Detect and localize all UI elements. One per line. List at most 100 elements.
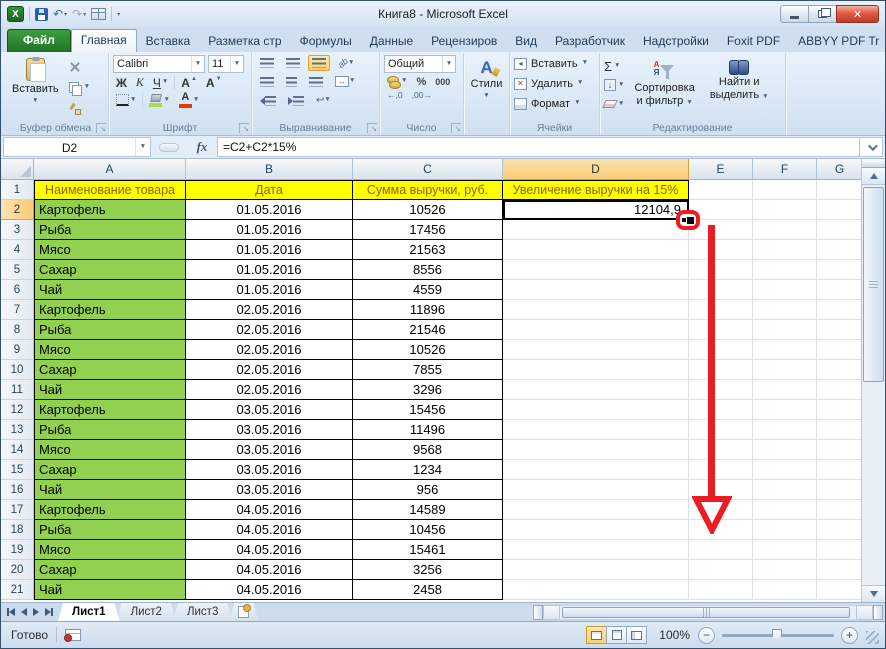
- column-header-E[interactable]: E: [689, 159, 753, 180]
- decrease-indent-button[interactable]: [256, 93, 280, 109]
- name-box-caret-icon[interactable]: ▼: [135, 138, 150, 156]
- cell-F12[interactable]: [753, 400, 817, 420]
- cell-D3[interactable]: [503, 220, 689, 240]
- cell-E9[interactable]: [689, 340, 753, 360]
- increase-indent-button[interactable]: [284, 93, 308, 109]
- tab-split-handle[interactable]: [533, 605, 543, 620]
- cell-G10[interactable]: [817, 360, 863, 380]
- cell-C16[interactable]: 956: [353, 480, 503, 500]
- increase-decimal-button[interactable]: ←,0: [384, 90, 406, 100]
- minimize-button[interactable]: [780, 5, 809, 23]
- restore-button[interactable]: [808, 5, 837, 23]
- cell-A13[interactable]: Рыба: [34, 420, 186, 440]
- vertical-scroll-thumb[interactable]: [863, 187, 884, 382]
- page-layout-view-button[interactable]: [606, 626, 627, 644]
- thousands-format-button[interactable]: 000: [432, 77, 453, 87]
- cell-F3[interactable]: [753, 220, 817, 240]
- ribbon-tab-ABBYY PDF Tr[interactable]: ABBYY PDF Tr: [789, 30, 886, 52]
- cell-D18[interactable]: [503, 520, 689, 540]
- cell-D12[interactable]: [503, 400, 689, 420]
- cell-A21[interactable]: Чай: [34, 580, 186, 600]
- cell-F8[interactable]: [753, 320, 817, 340]
- sheet-tab-Лист2[interactable]: Лист2: [117, 603, 176, 621]
- cell-E1[interactable]: [689, 180, 753, 200]
- zoom-slider-track[interactable]: [722, 634, 834, 637]
- row-header-14[interactable]: 14: [1, 440, 34, 460]
- cell-E6[interactable]: [689, 280, 753, 300]
- zoom-level[interactable]: 100%: [659, 628, 690, 642]
- autosum-button[interactable]: Σ▼: [604, 58, 624, 74]
- find-select-button[interactable]: Найти и выделить ▼: [705, 55, 774, 102]
- cell-C9[interactable]: 10526: [353, 340, 503, 360]
- next-sheet-button[interactable]: [33, 608, 39, 616]
- insert-function-button[interactable]: fx: [187, 136, 217, 158]
- cell-D20[interactable]: [503, 560, 689, 580]
- sheet-tab-Лист3[interactable]: Лист3: [173, 603, 232, 621]
- sheet-tab-Лист1[interactable]: Лист1: [58, 603, 120, 621]
- new-sheet-button[interactable]: [229, 603, 258, 621]
- paste-button[interactable]: Вставить ▼: [7, 55, 64, 105]
- font-color-button[interactable]: А ▼: [176, 92, 202, 108]
- row-header-7[interactable]: 7: [1, 300, 34, 320]
- horizontal-scroll-track[interactable]: [560, 605, 856, 620]
- cell-G7[interactable]: [817, 300, 863, 320]
- cell-C10[interactable]: 7855: [353, 360, 503, 380]
- row-header-6[interactable]: 6: [1, 280, 34, 300]
- cell-C17[interactable]: 14589: [353, 500, 503, 520]
- horizontal-scroll-thumb[interactable]: [562, 607, 850, 618]
- macro-record-icon[interactable]: [65, 629, 81, 641]
- first-sheet-button[interactable]: [7, 608, 15, 616]
- underline-button[interactable]: Ч▼: [150, 76, 171, 90]
- cell-F19[interactable]: [753, 540, 817, 560]
- cell-F6[interactable]: [753, 280, 817, 300]
- cell-E12[interactable]: [689, 400, 753, 420]
- cell-B7[interactable]: 02.05.2016: [186, 300, 353, 320]
- formula-input[interactable]: =C2+C2*15%: [217, 137, 859, 157]
- row-header-3[interactable]: 3: [1, 220, 34, 240]
- scroll-down-button[interactable]: [862, 585, 885, 602]
- cell-E8[interactable]: [689, 320, 753, 340]
- row-header-2[interactable]: 2: [1, 200, 34, 220]
- column-header-A[interactable]: A: [34, 159, 186, 180]
- grow-font-button[interactable]: А▲: [178, 76, 200, 90]
- cell-E15[interactable]: [689, 460, 753, 480]
- cell-D17[interactable]: [503, 500, 689, 520]
- excel-logo-icon[interactable]: X: [7, 6, 24, 22]
- cell-A1[interactable]: Наименование товара: [34, 180, 186, 200]
- font-family-combo[interactable]: Calibri▼: [113, 55, 205, 73]
- cell-B13[interactable]: 03.05.2016: [186, 420, 353, 440]
- cell-C19[interactable]: 15461: [353, 540, 503, 560]
- cell-B10[interactable]: 02.05.2016: [186, 360, 353, 380]
- row-header-17[interactable]: 17: [1, 500, 34, 520]
- cell-F5[interactable]: [753, 260, 817, 280]
- save-icon[interactable]: [35, 8, 48, 21]
- cell-A7[interactable]: Картофель: [34, 300, 186, 320]
- alignment-dialog-launcher[interactable]: ↘: [367, 123, 377, 133]
- cell-A17[interactable]: Картофель: [34, 500, 186, 520]
- row-header-4[interactable]: 4: [1, 240, 34, 260]
- cell-G17[interactable]: [817, 500, 863, 520]
- column-header-F[interactable]: F: [753, 159, 817, 180]
- cell-D8[interactable]: [503, 320, 689, 340]
- row-header-18[interactable]: 18: [1, 520, 34, 540]
- cell-C4[interactable]: 21563: [353, 240, 503, 260]
- cell-B19[interactable]: 04.05.2016: [186, 540, 353, 560]
- scroll-left-button[interactable]: [543, 605, 560, 620]
- column-header-G[interactable]: G: [817, 159, 863, 180]
- cell-A20[interactable]: Сахар: [34, 560, 186, 580]
- qat-customize-button[interactable]: ▾: [117, 11, 120, 18]
- cell-F15[interactable]: [753, 460, 817, 480]
- cell-C5[interactable]: 8556: [353, 260, 503, 280]
- cell-E7[interactable]: [689, 300, 753, 320]
- cell-F4[interactable]: [753, 240, 817, 260]
- cell-A11[interactable]: Чай: [34, 380, 186, 400]
- ribbon-tab-Формулы[interactable]: Формулы: [291, 30, 361, 52]
- page-break-view-button[interactable]: [626, 626, 647, 644]
- cell-G15[interactable]: [817, 460, 863, 480]
- name-box[interactable]: D2 ▼: [3, 137, 151, 157]
- row-header-19[interactable]: 19: [1, 540, 34, 560]
- ribbon-tab-Foxit PDF[interactable]: Foxit PDF: [718, 30, 789, 52]
- expand-formula-bar-button[interactable]: [859, 137, 883, 157]
- cell-D5[interactable]: [503, 260, 689, 280]
- sort-filter-button[interactable]: АЯ Сортировка и фильтр ▼: [629, 55, 699, 108]
